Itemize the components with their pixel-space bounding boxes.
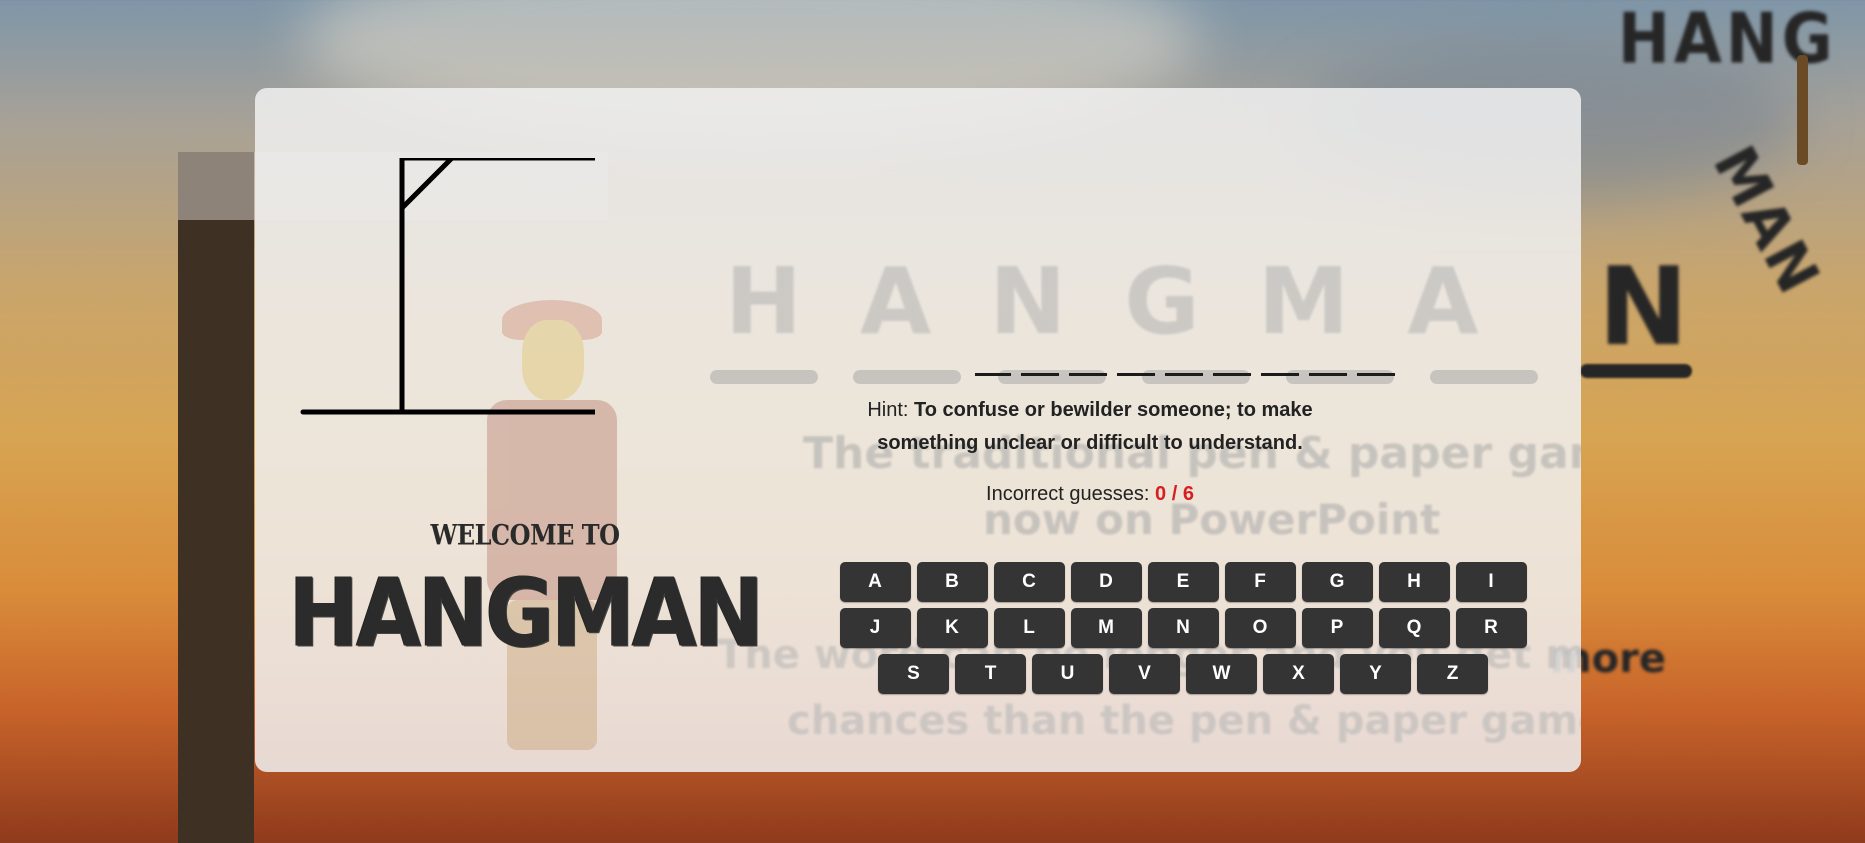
letter-slot: _ <box>1213 373 1251 376</box>
letter-key-e[interactable]: E <box>1147 562 1219 602</box>
gallows-drawing <box>300 158 595 415</box>
letter-slot: _ <box>1021 373 1059 376</box>
letter-key-n[interactable]: N <box>1147 608 1219 648</box>
letter-slot: _ <box>1117 373 1155 376</box>
letter-key-b[interactable]: B <box>916 562 988 602</box>
letter-key-c[interactable]: C <box>993 562 1065 602</box>
letter-key-y[interactable]: Y <box>1340 654 1411 694</box>
background-poster-letter-n: N <box>1598 245 1689 370</box>
background-poster-man: MAN <box>1699 135 1834 306</box>
ghost-dash <box>853 370 961 384</box>
keyboard-row-2: JKLMNOPQR <box>838 608 1528 648</box>
letter-slot: _ <box>1261 373 1299 376</box>
letter-key-w[interactable]: W <box>1186 654 1257 694</box>
letter-key-g[interactable]: G <box>1301 562 1373 602</box>
incorrect-guesses-label: Incorrect guesses: <box>986 483 1150 505</box>
letter-key-z[interactable]: Z <box>1417 654 1488 694</box>
letter-key-d[interactable]: D <box>1070 562 1142 602</box>
letter-key-l[interactable]: L <box>993 608 1065 648</box>
incorrect-guesses-count: 0 / 6 <box>1155 483 1194 505</box>
game-card: HANGMA The traditional pen & paper game … <box>255 88 1581 772</box>
letter-key-t[interactable]: T <box>955 654 1026 694</box>
game-title: HANGMAN <box>288 558 764 668</box>
letter-key-j[interactable]: J <box>839 608 911 648</box>
word-display: _ _ _ _ _ _ _ _ _ <box>975 328 1395 376</box>
hint-label: Hint: <box>867 399 909 421</box>
letter-key-r[interactable]: R <box>1455 608 1527 648</box>
letter-slot: _ <box>1357 373 1395 376</box>
letter-key-x[interactable]: X <box>1263 654 1334 694</box>
letter-key-s[interactable]: S <box>878 654 949 694</box>
gallows-brace <box>400 158 454 210</box>
letter-key-v[interactable]: V <box>1109 654 1180 694</box>
letter-key-q[interactable]: Q <box>1378 608 1450 648</box>
letter-keyboard: ABCDEFGHI JKLMNOPQR STUVWXYZ <box>838 562 1528 700</box>
keyboard-row-1: ABCDEFGHI <box>838 562 1528 602</box>
ghost-poster-line-4: chances than the pen & paper game <box>787 698 1581 744</box>
keyboard-row-3: STUVWXYZ <box>838 654 1528 694</box>
welcome-heading: WELCOME TO <box>430 517 620 552</box>
letter-key-o[interactable]: O <box>1224 608 1296 648</box>
ghost-dash <box>1430 370 1538 384</box>
letter-key-p[interactable]: P <box>1301 608 1373 648</box>
letter-key-i[interactable]: I <box>1455 562 1527 602</box>
incorrect-guesses: Incorrect guesses: 0 / 6 <box>825 483 1355 506</box>
letter-slot: _ <box>1309 373 1347 376</box>
letter-slot: _ <box>1069 373 1107 376</box>
background-gallows-post <box>178 152 254 843</box>
ghost-dash <box>710 370 818 384</box>
letter-key-k[interactable]: K <box>916 608 988 648</box>
letter-key-m[interactable]: M <box>1070 608 1142 648</box>
letter-slot: _ <box>975 373 1011 376</box>
background-rope <box>1797 55 1808 165</box>
hint: Hint: To confuse or bewilder someone; to… <box>825 394 1355 460</box>
background-poster-dash <box>1580 364 1692 378</box>
letter-slot: _ <box>1165 373 1203 376</box>
letter-key-f[interactable]: F <box>1224 562 1296 602</box>
letter-key-a[interactable]: A <box>839 562 911 602</box>
letter-key-u[interactable]: U <box>1032 654 1103 694</box>
hint-text: To confuse or bewilder someone; to make … <box>877 399 1313 454</box>
letter-key-h[interactable]: H <box>1378 562 1450 602</box>
